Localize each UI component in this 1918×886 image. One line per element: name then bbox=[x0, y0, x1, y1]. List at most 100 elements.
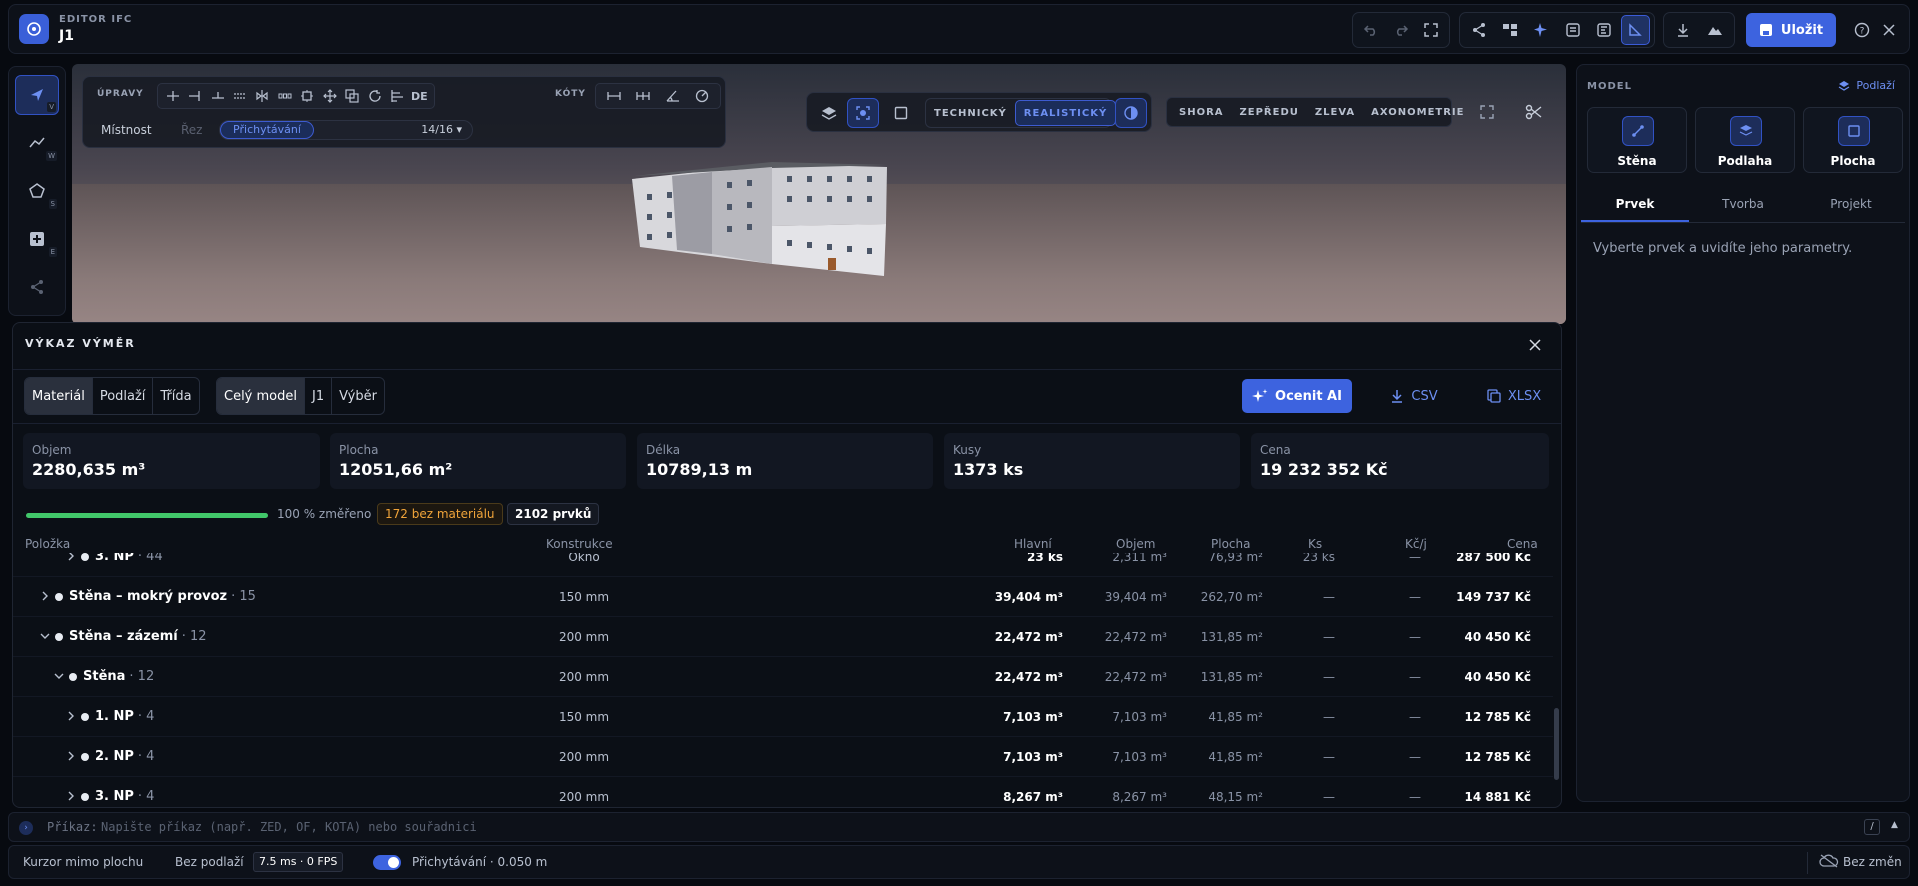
col-main[interactable]: Hlavní bbox=[1014, 537, 1052, 551]
room-toggle[interactable]: Místnost bbox=[101, 123, 152, 137]
table-row[interactable]: 1. NP · 4 150 mm 7,103 m³ 7,103 m³ 41,85 m² — —… bbox=[13, 697, 1553, 737]
col-price[interactable]: Cena bbox=[1507, 537, 1538, 551]
select-tool-button[interactable]: V bbox=[15, 75, 59, 115]
group-class[interactable]: Třída bbox=[153, 378, 198, 414]
table-row[interactable]: 2. NP · 4 200 mm 7,103 m³ 7,103 m³ 41,85 m² — —… bbox=[13, 737, 1553, 777]
table-row[interactable]: Stěna – zázemí · 12 200 mm 22,472 m³ 22,472 … bbox=[13, 617, 1553, 657]
col-construction[interactable]: Konstrukce bbox=[546, 537, 613, 551]
chevron-right-icon[interactable] bbox=[66, 711, 76, 721]
trim-icon[interactable] bbox=[207, 85, 228, 107]
col-unit-price[interactable]: Kč/j bbox=[1405, 537, 1427, 551]
properties-icon[interactable] bbox=[1558, 15, 1587, 45]
view-left[interactable]: ZLEVA bbox=[1307, 99, 1363, 125]
extend-icon[interactable] bbox=[184, 85, 205, 107]
save-icon bbox=[1759, 24, 1772, 36]
chevron-up-icon[interactable]: ▲ bbox=[1891, 820, 1898, 830]
undo-icon[interactable] bbox=[1357, 15, 1385, 45]
table-row[interactable]: 3. NP · 44 Okno 23 ks 2,311 m³ 76,93 m² 23 ks —… bbox=[13, 553, 1553, 577]
terrain-icon[interactable] bbox=[1700, 15, 1730, 45]
col-pieces[interactable]: Ks bbox=[1308, 537, 1322, 551]
contrast-icon[interactable] bbox=[1115, 98, 1147, 128]
radius-dim-icon[interactable] bbox=[688, 85, 716, 107]
technical-mode[interactable]: TECHNICKÝ bbox=[926, 100, 1015, 126]
col-item[interactable]: Položka bbox=[25, 537, 70, 551]
missing-material-badge[interactable]: 172 bez materiálu bbox=[377, 503, 503, 525]
tab-element[interactable]: Prvek bbox=[1581, 187, 1689, 222]
rotate-icon[interactable] bbox=[364, 85, 385, 107]
chevron-right-icon[interactable] bbox=[66, 751, 76, 761]
chevron-right-icon[interactable] bbox=[66, 791, 76, 801]
scope-selection[interactable]: Výběr bbox=[332, 378, 384, 414]
snap-count[interactable]: 14/16 ▾ bbox=[421, 123, 462, 136]
scope-whole-model[interactable]: Celý model bbox=[217, 378, 305, 414]
fullscreen-icon[interactable] bbox=[1472, 97, 1502, 127]
box-select-icon[interactable] bbox=[885, 98, 917, 128]
focus-icon[interactable] bbox=[847, 98, 879, 128]
snap-selector[interactable]: Přichytávání 14/16 ▾ bbox=[219, 120, 473, 140]
wall-tool-button[interactable]: W bbox=[15, 123, 59, 163]
chevron-right-icon: › bbox=[19, 821, 33, 835]
floor-selector[interactable]: Podlaží bbox=[1838, 79, 1895, 92]
table-row[interactable]: Stěna · 12 200 mm 22,472 m³ 22,472 m³ 131,85 … bbox=[13, 657, 1553, 697]
report-icon[interactable] bbox=[1589, 15, 1618, 45]
scale-icon[interactable] bbox=[297, 85, 318, 107]
view-front[interactable]: ZEPŘEDU bbox=[1232, 99, 1307, 125]
measure-icon[interactable] bbox=[1620, 15, 1651, 45]
chevron-down-icon[interactable] bbox=[40, 631, 50, 641]
de-button[interactable]: DE bbox=[409, 85, 430, 107]
section-toggle[interactable]: Řez bbox=[181, 123, 202, 137]
snap-label[interactable]: Přichytávání bbox=[220, 121, 314, 139]
fit-view-icon[interactable] bbox=[1417, 15, 1445, 45]
table-row[interactable]: Stěna – mokrý provoz · 15 150 mm 39,404 m³ 3… bbox=[13, 577, 1553, 617]
copy-icon[interactable] bbox=[341, 85, 362, 107]
chevron-down-icon[interactable] bbox=[54, 671, 64, 681]
ai-sparkle-icon[interactable] bbox=[1527, 15, 1556, 45]
csv-export-button[interactable]: CSV bbox=[1379, 379, 1449, 413]
table-scrollbar[interactable] bbox=[1554, 708, 1559, 780]
close-icon[interactable] bbox=[1523, 333, 1547, 357]
stat-label: Délka bbox=[646, 443, 681, 457]
view-top[interactable]: SHORA bbox=[1171, 99, 1232, 125]
download-icon[interactable] bbox=[1668, 15, 1698, 45]
mirror-icon[interactable] bbox=[252, 85, 273, 107]
add-element-button[interactable]: E bbox=[15, 219, 59, 259]
angle-dim-icon[interactable] bbox=[659, 85, 687, 107]
area-card[interactable]: Plocha bbox=[1803, 107, 1903, 173]
realistic-mode[interactable]: REALISTICKÝ bbox=[1014, 100, 1117, 126]
slab-tool-button[interactable]: S bbox=[15, 171, 59, 211]
group-material[interactable]: Materiál bbox=[25, 378, 93, 414]
ai-estimate-button[interactable]: Ocenit AI bbox=[1242, 379, 1352, 413]
tab-create[interactable]: Tvorba bbox=[1689, 187, 1797, 222]
layers-icon[interactable] bbox=[813, 98, 845, 128]
floor-card[interactable]: Podlaha bbox=[1695, 107, 1795, 173]
share-icon[interactable] bbox=[1464, 15, 1493, 45]
chain-dim-icon[interactable] bbox=[629, 85, 657, 107]
tab-project[interactable]: Projekt bbox=[1797, 187, 1905, 222]
split-icon[interactable] bbox=[162, 85, 183, 107]
command-input[interactable] bbox=[101, 816, 1501, 838]
view-axonometric[interactable]: AXONOMETRIE bbox=[1363, 99, 1472, 125]
move-icon[interactable] bbox=[319, 85, 340, 107]
share-tool-button[interactable] bbox=[15, 267, 59, 307]
save-button[interactable]: Uložit bbox=[1746, 13, 1836, 47]
group-floor[interactable]: Podlaží bbox=[93, 378, 154, 414]
chevron-right-icon[interactable] bbox=[40, 591, 50, 601]
help-icon[interactable]: ? bbox=[1849, 15, 1874, 45]
scissors-icon[interactable] bbox=[1519, 97, 1549, 127]
align-icon[interactable] bbox=[386, 85, 407, 107]
array-icon[interactable] bbox=[274, 85, 295, 107]
linear-dim-icon[interactable] bbox=[600, 85, 628, 107]
chevron-right-icon[interactable] bbox=[66, 553, 76, 561]
wall-card[interactable]: Stěna bbox=[1587, 107, 1687, 173]
offset-icon[interactable] bbox=[229, 85, 250, 107]
snap-toggle[interactable] bbox=[373, 855, 401, 870]
redo-icon[interactable] bbox=[1387, 15, 1415, 45]
close-window-icon[interactable] bbox=[1876, 15, 1901, 45]
row-price: 12 785 Kč bbox=[1464, 710, 1531, 724]
col-area[interactable]: Plocha bbox=[1211, 537, 1250, 551]
xlsx-export-button[interactable]: XLSX bbox=[1471, 379, 1557, 413]
col-volume[interactable]: Objem bbox=[1116, 537, 1155, 551]
hierarchy-icon[interactable] bbox=[1495, 15, 1524, 45]
table-row[interactable]: 3. NP · 4 200 mm 8,267 m³ 8,267 m³ 48,15 m² — —… bbox=[13, 777, 1553, 807]
scope-j1[interactable]: J1 bbox=[305, 378, 333, 414]
